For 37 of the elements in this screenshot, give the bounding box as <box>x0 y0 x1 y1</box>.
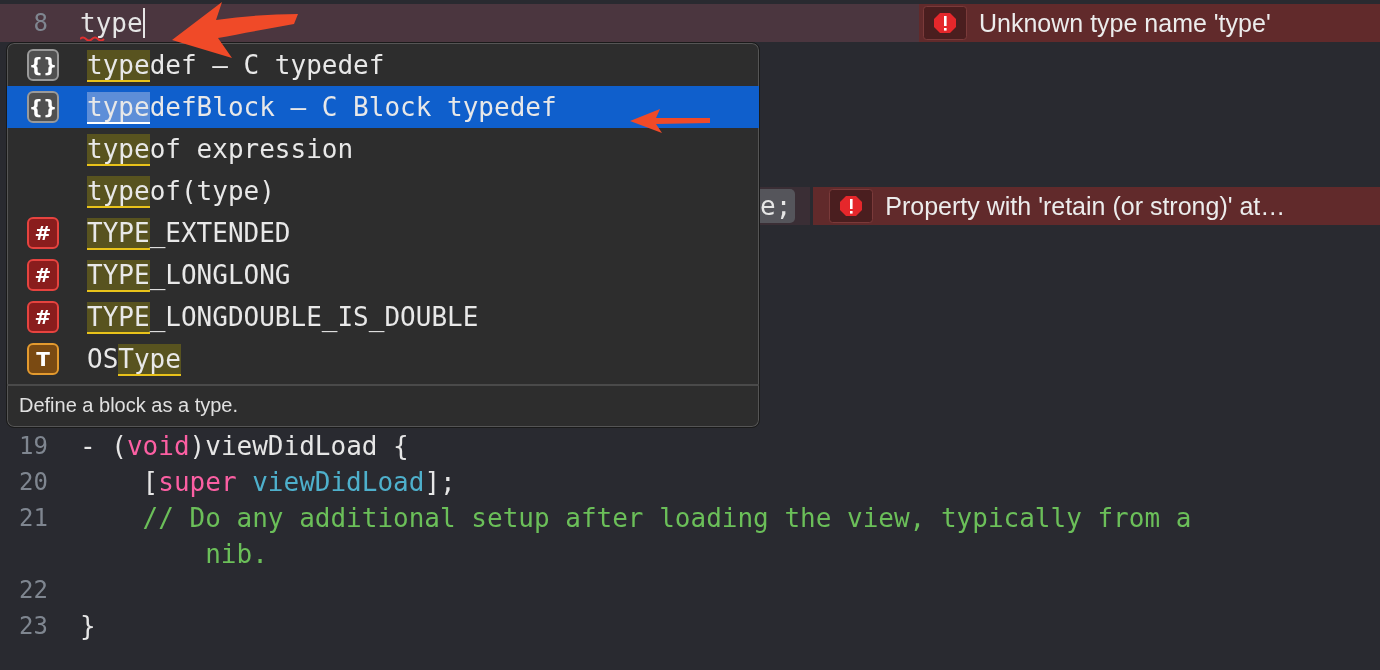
macro-icon: # <box>27 259 59 291</box>
code-comment: nib. <box>205 539 268 569</box>
completion-item[interactable]: # TYPE_LONGDOUBLE_IS_DOUBLE <box>7 296 759 338</box>
completion-item[interactable]: T OSType <box>7 338 759 380</box>
error-icon <box>923 6 967 40</box>
code-text: e; <box>760 191 792 221</box>
line-number: 22 <box>19 576 48 604</box>
error-message: Property with 'retain (or strong)' at… <box>885 191 1286 221</box>
completion-item[interactable]: {} typedefBlock – C Block typedef <box>7 86 759 128</box>
error-message: Unknown type name 'type' <box>979 8 1271 38</box>
keyword-text: void <box>126 431 190 461</box>
keyword-text: super <box>158 467 237 497</box>
macro-icon: # <box>27 217 59 249</box>
code-text: [ <box>142 467 159 497</box>
code-text: - ( <box>80 431 127 461</box>
code-text: )viewDidLoad { <box>189 431 409 461</box>
code-comment: // Do any additional setup after loading the view, typically from a <box>142 503 1192 533</box>
snippet-icon: {} <box>27 91 59 123</box>
code-text: ]; <box>424 467 456 497</box>
code-text: } <box>80 611 96 641</box>
completion-item[interactable]: # TYPE_EXTENDED <box>7 212 759 254</box>
completion-item[interactable]: # TYPE_LONGLONG <box>7 254 759 296</box>
line-number: 8 <box>32 9 48 37</box>
completion-item[interactable]: typeof expression <box>7 128 759 170</box>
line-number: 20 <box>19 468 48 496</box>
line-number: 21 <box>19 504 48 532</box>
completion-item[interactable]: typeof(type) <box>7 170 759 212</box>
error-icon <box>829 189 874 223</box>
line-number: 19 <box>19 432 48 460</box>
macro-icon: # <box>27 301 59 333</box>
method-text: viewDidLoad <box>251 467 425 497</box>
completion-description: Define a block as a type. <box>7 384 759 427</box>
snippet-icon: {} <box>27 49 59 81</box>
completion-item[interactable]: {} typedef – C typedef <box>7 44 759 86</box>
type-icon: T <box>27 343 59 375</box>
code-text: type <box>80 8 143 38</box>
line-number: 23 <box>19 612 48 640</box>
